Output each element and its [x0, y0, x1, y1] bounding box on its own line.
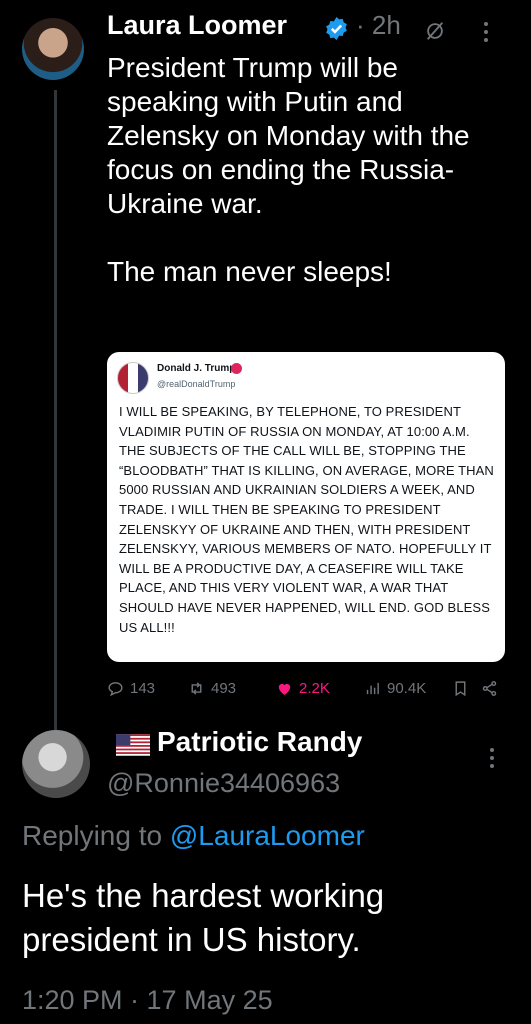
author-name[interactable]: Laura Loomer — [107, 10, 287, 41]
like-button[interactable]: 2.2K — [276, 680, 330, 697]
us-flag-icon — [116, 734, 150, 756]
reply-author-avatar[interactable] — [22, 730, 90, 798]
thread-connector-line — [54, 90, 57, 730]
more-options-icon[interactable] — [484, 22, 488, 46]
share-button[interactable] — [481, 680, 498, 697]
more-options-icon[interactable] — [490, 748, 494, 772]
repost-button[interactable]: 493 — [188, 680, 236, 697]
embedded-post-image[interactable]: Donald J. Trump @realDonaldTrump I WILL … — [107, 352, 505, 662]
reply-button[interactable]: 143 — [107, 680, 155, 697]
embedded-author-name: Donald J. Trump — [157, 363, 236, 374]
embedded-post-text: I WILL BE SPEAKING, BY TELEPHONE, TO PRE… — [119, 404, 494, 635]
reply-text: He's the hardest working president in US… — [22, 877, 385, 958]
grok-icon[interactable] — [424, 20, 446, 42]
reply-author-handle[interactable]: @Ronnie34406963 — [107, 768, 340, 799]
tweet-text: President Trump will be speaking with Pu… — [107, 52, 470, 287]
views-icon — [366, 682, 379, 695]
heart-icon — [278, 683, 291, 695]
embedded-verified-icon — [231, 363, 242, 374]
reply-timestamp[interactable]: 1:20 PM · 17 May 25 — [22, 985, 273, 1016]
views-button[interactable]: 90.4K — [364, 680, 426, 697]
views-count: 90.4K — [387, 680, 427, 697]
bookmark-button[interactable] — [452, 680, 469, 697]
reply-author-name[interactable]: Patriotic Randy — [157, 726, 362, 758]
repost-count: 493 — [211, 680, 237, 697]
reply-count: 143 — [130, 680, 156, 697]
replying-prefix: Replying to — [22, 820, 170, 851]
replying-to-link[interactable]: @LauraLoomer — [170, 820, 365, 851]
reply-icon — [108, 682, 123, 697]
tweet-timestamp[interactable]: · 2h — [356, 10, 401, 41]
author-avatar[interactable] — [22, 18, 84, 80]
replying-to-line: Replying to @LauraLoomer — [22, 820, 365, 852]
embedded-author-avatar — [117, 362, 149, 394]
bookmark-icon — [455, 681, 466, 697]
verified-badge-icon — [326, 17, 347, 40]
share-icon — [482, 681, 497, 696]
repost-icon — [191, 682, 202, 695]
like-count: 2.2K — [299, 680, 330, 697]
embedded-author-handle: @realDonaldTrump — [157, 379, 236, 389]
